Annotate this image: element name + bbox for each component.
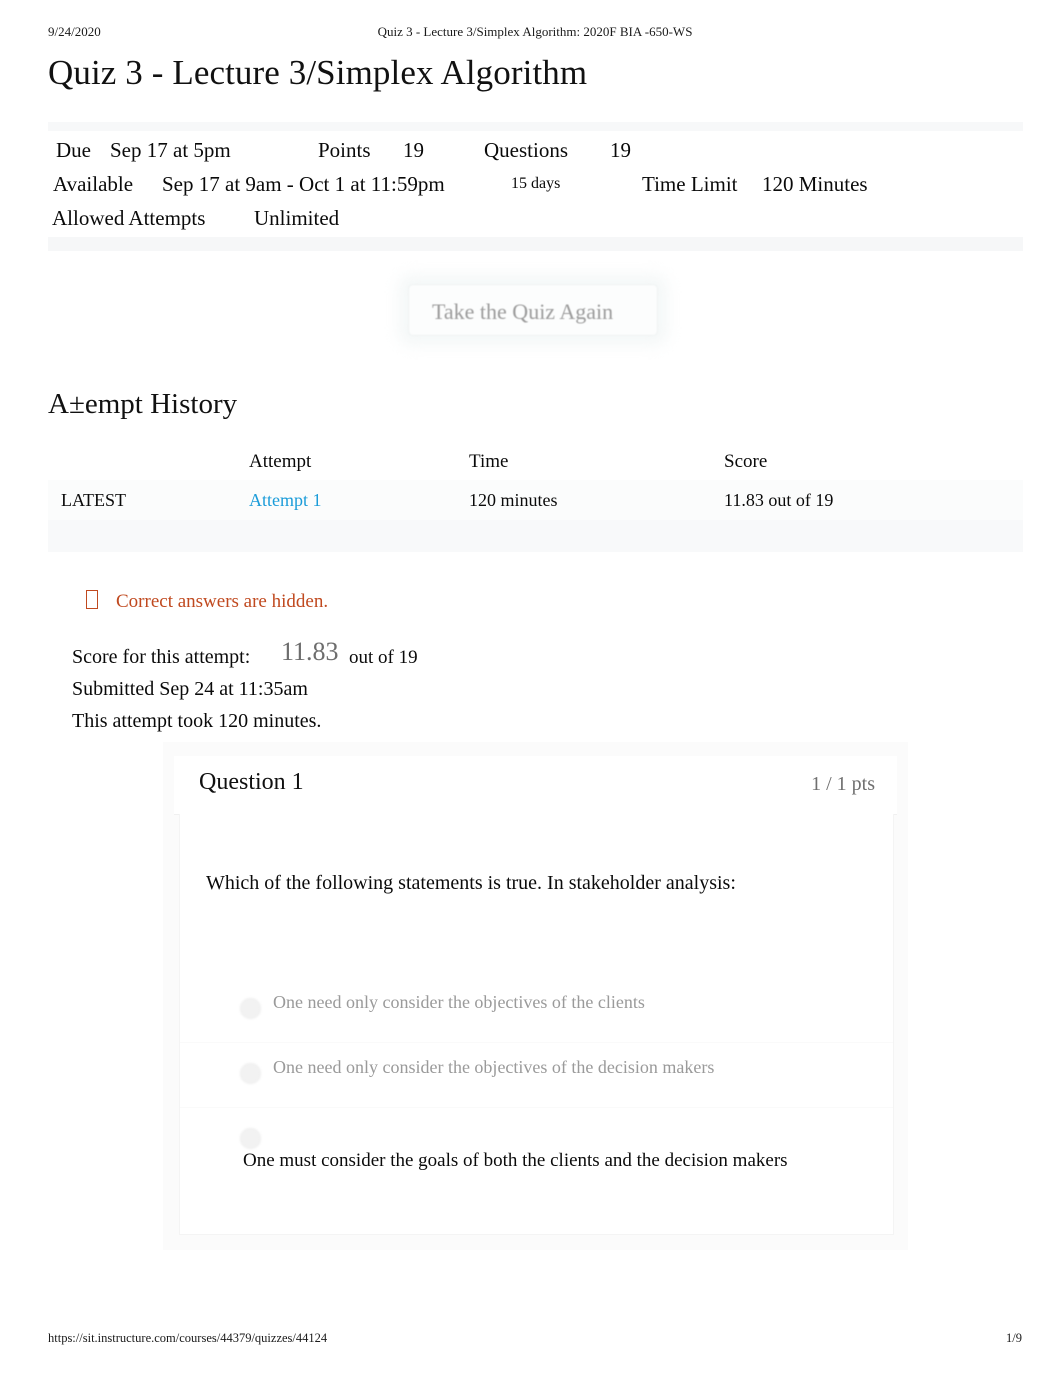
missing-glyph-box-icon: [86, 590, 98, 609]
answer-option-label: One need only consider the objectives of…: [273, 1057, 715, 1077]
score-out-of-label: out of 19: [349, 647, 418, 668]
answer-option-label: One need only consider the objectives of…: [273, 992, 645, 1012]
allowed-attempts-value: Unlimited: [254, 206, 340, 230]
metadata-band-top: [48, 122, 1023, 131]
answer-options-list: One need only consider the objectives of…: [180, 978, 893, 1172]
points-label: Points: [318, 138, 371, 162]
answer-option-3[interactable]: One must consider the goals of both the …: [180, 1108, 893, 1172]
question-card: Question 1 1 / 1 pts Which of the follow…: [163, 742, 908, 1250]
question-card-body: Which of the following statements is tru…: [179, 814, 894, 1235]
table-footer-band: [48, 520, 1023, 552]
radio-button-icon[interactable]: [240, 1063, 261, 1084]
metadata-row-due: Due Sep 17 at 5pm Points 19 Questions 19: [48, 133, 1023, 167]
radio-button-selected-icon[interactable]: [240, 1128, 261, 1149]
questions-value: 19: [610, 138, 631, 162]
answer-option-1[interactable]: One need only consider the objectives of…: [180, 978, 893, 1043]
print-header: 9/24/2020 Quiz 3 - Lecture 3/Simplex Alg…: [48, 24, 1022, 42]
attempt-history-table: Attempt Time Score LATEST Attempt 1 120 …: [48, 444, 1023, 552]
attempt-score-summary: Score for this attempt: 11.83 out of 19 …: [72, 637, 418, 736]
print-header-title: Quiz 3 - Lecture 3/Simplex Algorithm: 20…: [377, 24, 693, 39]
table-header-row: Attempt Time Score: [48, 444, 1023, 480]
metadata-row-attempts: Allowed Attempts Unlimited: [48, 201, 1023, 235]
points-value: 19: [403, 138, 424, 162]
available-duration: 15 days: [511, 175, 561, 192]
question-card-header: Question 1 1 / 1 pts: [174, 756, 897, 815]
attempt-score-value: 11.83 out of 19: [724, 490, 834, 510]
column-header-time: Time: [469, 451, 509, 472]
available-value: Sep 17 at 9am - Oct 1 at 11:59pm: [162, 172, 445, 196]
attempt-latest-marker: LATEST: [61, 490, 126, 510]
print-footer-url: https://sit.instructure.com/courses/4437…: [48, 1331, 328, 1345]
score-for-attempt-line: Score for this attempt: 11.83 out of 19: [72, 637, 418, 672]
quiz-metadata: Due Sep 17 at 5pm Points 19 Questions 19…: [48, 122, 1023, 251]
score-for-attempt-value: 11.83: [281, 637, 339, 666]
metadata-row-available: Available Sep 17 at 9am - Oct 1 at 11:59…: [48, 167, 1023, 201]
question-text: Which of the following statements is tru…: [206, 872, 736, 894]
allowed-attempts-label: Allowed Attempts: [52, 206, 206, 230]
column-header-score: Score: [724, 451, 768, 472]
correct-answers-hidden-notice: Correct answers are hidden.: [86, 590, 328, 613]
answer-option-2[interactable]: One need only consider the objectives of…: [180, 1043, 893, 1108]
attempt-time-value: 120 minutes: [469, 490, 558, 510]
attempt-duration: This attempt took 120 minutes.: [72, 710, 322, 732]
metadata-band-bottom: [48, 237, 1023, 251]
submitted-timestamp: Submitted Sep 24 at 11:35am: [72, 678, 308, 700]
quiz-results-page: 9/24/2020 Quiz 3 - Lecture 3/Simplex Alg…: [0, 0, 1062, 1377]
time-limit-value: 120 Minutes: [762, 172, 868, 196]
due-label: Due: [56, 138, 91, 162]
question-number: Question 1: [199, 769, 304, 795]
answer-option-label: One must consider the goals of both the …: [243, 1150, 788, 1171]
available-label: Available: [53, 172, 134, 196]
question-points: 1 / 1 pts: [811, 773, 875, 795]
column-header-attempt: Attempt: [249, 451, 312, 472]
print-footer-page-number: 1/9: [1006, 1331, 1022, 1345]
score-for-attempt-label: Score for this attempt:: [72, 646, 251, 668]
attempt-1-link[interactable]: Attempt 1: [249, 490, 322, 510]
radio-button-icon[interactable]: [240, 998, 261, 1019]
print-footer: https://sit.instructure.com/courses/4437…: [48, 1331, 1022, 1347]
time-limit-label: Time Limit: [642, 172, 738, 196]
notice-text: Correct answers are hidden.: [116, 591, 329, 612]
attempt-history-heading: A±empt History: [48, 388, 238, 420]
take-quiz-again-label[interactable]: Take the Quiz Again: [432, 299, 613, 325]
due-value: Sep 17 at 5pm: [110, 138, 231, 162]
questions-label: Questions: [484, 138, 568, 162]
page-title: Quiz 3 - Lecture 3/Simplex Algorithm: [48, 53, 588, 92]
table-row: LATEST Attempt 1 120 minutes 11.83 out o…: [48, 480, 1023, 520]
